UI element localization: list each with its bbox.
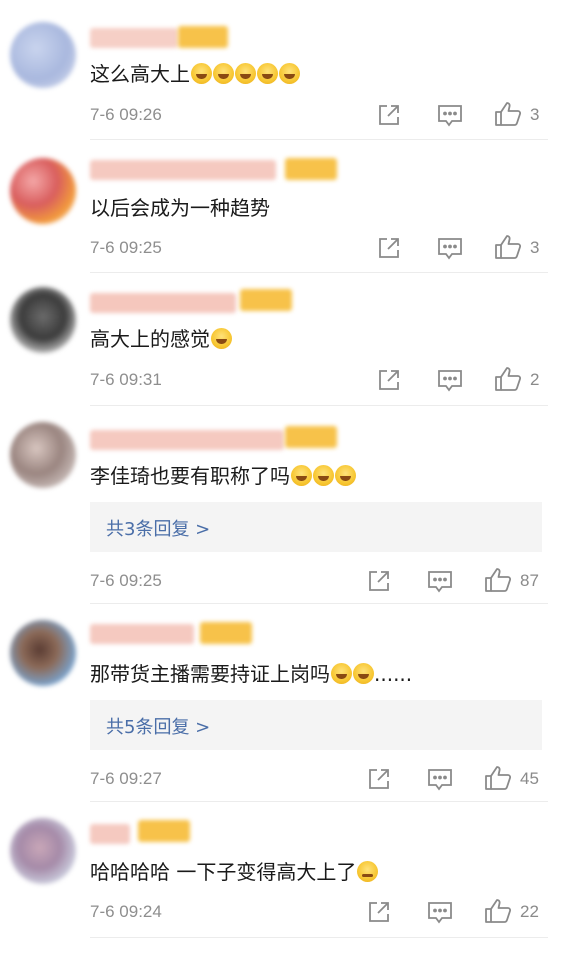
comment-icon[interactable] bbox=[427, 569, 453, 593]
comment-time: 7-6 09:24 bbox=[90, 902, 162, 921]
like-count: 87 bbox=[520, 571, 539, 590]
comment-text: 高大上的感觉 bbox=[90, 325, 232, 353]
like-count: 2 bbox=[530, 370, 540, 389]
share-icon[interactable] bbox=[377, 103, 401, 127]
badge-blurred bbox=[138, 820, 190, 842]
share-icon[interactable] bbox=[377, 368, 401, 392]
share-icon[interactable] bbox=[367, 569, 391, 593]
divider bbox=[90, 937, 548, 938]
badge-blurred bbox=[200, 622, 252, 644]
comment-icon[interactable] bbox=[437, 368, 463, 392]
username-blurred[interactable] bbox=[90, 160, 276, 180]
avatar[interactable] bbox=[10, 158, 76, 224]
comment-text: 以后会成为一种趋势 bbox=[90, 196, 270, 220]
comment-text: 李佳琦也要有职称了吗 bbox=[90, 462, 356, 490]
thumbs-up-icon[interactable] bbox=[494, 234, 522, 260]
comment-time: 7-6 09:31 bbox=[90, 370, 162, 389]
comment-time: 7-6 09:26 bbox=[90, 105, 162, 124]
share-icon[interactable] bbox=[377, 236, 401, 260]
like-count: 3 bbox=[530, 105, 540, 124]
view-replies-link[interactable]: 共5条回复 > bbox=[106, 713, 210, 739]
comment-item: 这么高大上 7-6 09:26 3 bbox=[0, 0, 576, 140]
comment-feed: 这么高大上 7-6 09:26 3 以后会成为一种趋势 7-6 09:25 3 bbox=[0, 0, 576, 958]
like-count: 22 bbox=[520, 902, 539, 921]
username-blurred[interactable] bbox=[90, 293, 236, 313]
avatar[interactable] bbox=[10, 422, 76, 488]
share-icon[interactable] bbox=[367, 767, 391, 791]
badge-blurred bbox=[285, 426, 337, 448]
thumbs-up-icon[interactable] bbox=[484, 765, 512, 791]
comment-item: 以后会成为一种趋势 7-6 09:25 3 bbox=[0, 140, 576, 273]
share-icon[interactable] bbox=[367, 900, 391, 924]
comment-text: 那带货主播需要持证上岗吗...... bbox=[90, 662, 413, 686]
badge-blurred bbox=[285, 158, 337, 180]
username-blurred[interactable] bbox=[90, 28, 178, 48]
thumbs-up-icon[interactable] bbox=[494, 366, 522, 392]
comment-time: 7-6 09:27 bbox=[90, 769, 162, 788]
username-blurred[interactable] bbox=[90, 430, 284, 450]
thumbs-up-icon[interactable] bbox=[484, 567, 512, 593]
thumbs-up-icon[interactable] bbox=[484, 898, 512, 924]
comment-icon[interactable] bbox=[437, 236, 463, 260]
view-replies-link[interactable]: 共3条回复 > bbox=[106, 515, 210, 541]
avatar[interactable] bbox=[10, 620, 76, 686]
comment-item: 哈哈哈哈 一下子变得高大上了 7-6 09:24 22 bbox=[0, 802, 576, 958]
replies-box[interactable]: 共3条回复 > bbox=[90, 502, 542, 552]
badge-blurred bbox=[178, 26, 228, 48]
comment-icon[interactable] bbox=[427, 900, 453, 924]
comment-item: 李佳琦也要有职称了吗 共3条回复 > 7-6 09:25 87 bbox=[0, 406, 576, 604]
replies-box[interactable]: 共5条回复 > bbox=[90, 700, 542, 750]
username-blurred[interactable] bbox=[90, 824, 130, 844]
thumbs-up-icon[interactable] bbox=[494, 101, 522, 127]
username-blurred[interactable] bbox=[90, 624, 194, 644]
comment-text: 这么高大上 bbox=[90, 60, 300, 88]
like-count: 45 bbox=[520, 769, 539, 788]
comment-time: 7-6 09:25 bbox=[90, 571, 162, 590]
badge-blurred bbox=[240, 289, 292, 311]
avatar[interactable] bbox=[10, 287, 76, 353]
comment-icon[interactable] bbox=[427, 767, 453, 791]
avatar[interactable] bbox=[10, 818, 76, 884]
comment-text: 哈哈哈哈 一下子变得高大上了 bbox=[90, 858, 379, 886]
avatar[interactable] bbox=[10, 22, 76, 88]
comment-time: 7-6 09:25 bbox=[90, 238, 162, 257]
like-count: 3 bbox=[530, 238, 540, 257]
comment-item: 高大上的感觉 7-6 09:31 2 bbox=[0, 273, 576, 406]
comment-item: 那带货主播需要持证上岗吗...... 共5条回复 > 7-6 09:27 45 bbox=[0, 604, 576, 802]
comment-icon[interactable] bbox=[437, 103, 463, 127]
